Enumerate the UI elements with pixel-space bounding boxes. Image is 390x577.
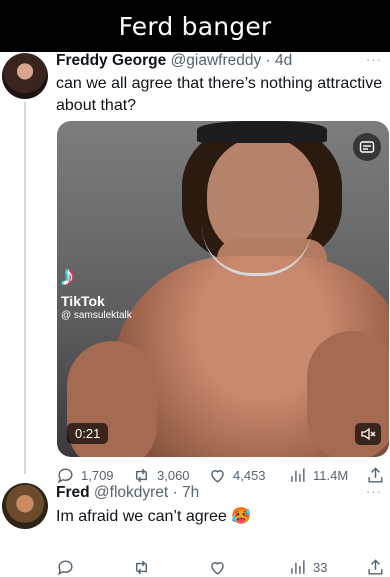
tweet-text: can we all agree that there’s nothing at… xyxy=(56,75,383,114)
reply-icon xyxy=(57,560,73,576)
mute-icon[interactable] xyxy=(355,423,381,445)
figure-cap xyxy=(197,121,327,143)
tiktok-label: TikTok xyxy=(61,293,105,309)
tweet-header: Fred @flokdyret · 7h xyxy=(56,484,199,502)
more-options-icon[interactable]: ··· xyxy=(366,484,382,499)
reply-button[interactable] xyxy=(56,558,75,577)
repost-button[interactable]: 3,060 xyxy=(132,466,190,485)
timestamp[interactable]: 4d xyxy=(275,52,292,69)
views-count: 33 xyxy=(313,560,328,575)
repost-count: 3,060 xyxy=(157,468,190,483)
author-name[interactable]: Freddy George xyxy=(56,52,166,69)
separator: · xyxy=(261,52,276,69)
separator: · xyxy=(168,484,183,501)
share-button[interactable] xyxy=(366,558,385,577)
meme-title: Ferd banger xyxy=(118,11,272,41)
thread-connector xyxy=(24,102,26,474)
author-handle[interactable]: @giawfreddy xyxy=(171,52,262,69)
author-handle[interactable]: @flokdyret xyxy=(94,484,168,501)
repost-button[interactable] xyxy=(132,558,151,577)
views-chart-icon xyxy=(291,560,305,574)
tweet-text: Im afraid we can’t agree 🥵 xyxy=(56,508,252,525)
repost-icon xyxy=(136,560,147,575)
more-options-icon[interactable]: ··· xyxy=(366,52,382,67)
reply-icon xyxy=(57,468,73,484)
share-icon xyxy=(368,559,383,575)
repost-icon xyxy=(136,468,147,483)
timestamp[interactable]: 7h xyxy=(182,484,199,501)
avatar[interactable] xyxy=(2,483,48,529)
tiktok-username: @ samsulektalk xyxy=(61,310,132,321)
reply-count: 1,709 xyxy=(81,468,114,483)
like-button[interactable] xyxy=(208,558,227,577)
views-count: 11.4M xyxy=(313,468,349,483)
author-name[interactable]: Fred xyxy=(56,484,90,501)
heart-icon xyxy=(211,470,224,483)
video-duration: 0:21 xyxy=(67,423,109,444)
tiktok-watermark: ♪ TikTok @ samsulektalk xyxy=(61,260,132,322)
like-button[interactable]: 4,453 xyxy=(208,466,266,485)
tweet-header: Freddy George @giawfreddy · 4d xyxy=(56,52,292,70)
share-icon xyxy=(368,467,383,483)
video-player[interactable]: ♪ TikTok @ samsulektalk 0:21 xyxy=(57,121,389,457)
tiktok-logo-icon: ♪ xyxy=(61,260,75,291)
views-button[interactable]: 33 xyxy=(288,558,327,577)
reply-button[interactable]: 1,709 xyxy=(56,466,114,485)
like-count: 4,453 xyxy=(233,468,266,483)
views-button[interactable]: 11.4M xyxy=(288,466,348,485)
captions-icon[interactable] xyxy=(353,133,381,161)
captions-glyph xyxy=(359,141,375,153)
meme-header: Ferd banger xyxy=(0,0,390,52)
avatar[interactable] xyxy=(2,53,48,99)
tweet-actions: 33 xyxy=(56,558,386,577)
speaker-muted-glyph xyxy=(361,427,376,441)
share-button[interactable] xyxy=(366,466,385,485)
views-chart-icon xyxy=(291,468,305,482)
heart-icon xyxy=(211,562,224,575)
